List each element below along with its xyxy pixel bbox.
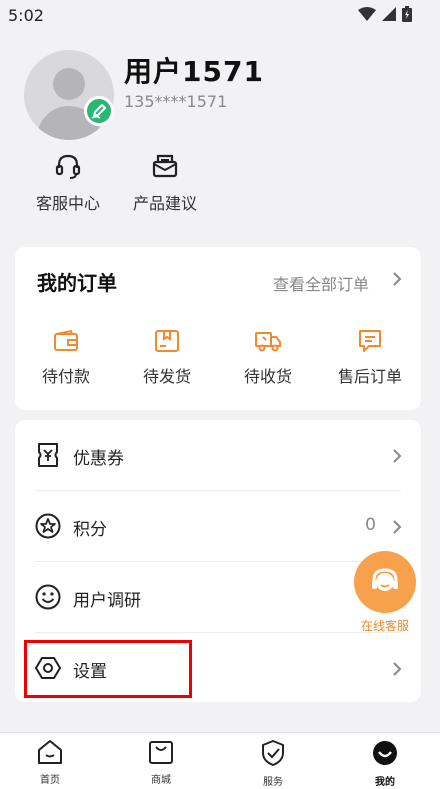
bottom-tab-bar: 首页 商城 服务 我的 — [0, 732, 440, 789]
menu-item-points[interactable]: 积分 0 — [15, 491, 421, 561]
message-icon — [357, 329, 383, 353]
tab-mine[interactable]: 我的 — [330, 739, 440, 788]
shield-check-icon — [259, 739, 287, 767]
profile-icon — [371, 739, 399, 767]
tab-label: 商城 — [151, 775, 171, 786]
signal-icon — [382, 7, 396, 21]
tab-label: 首页 — [40, 775, 60, 786]
feedback-icon — [151, 152, 179, 180]
tab-mall[interactable]: 商城 — [106, 739, 216, 786]
points-icon — [35, 513, 61, 539]
tab-service[interactable]: 服务 — [218, 739, 328, 788]
smile-icon — [35, 584, 61, 610]
home-icon — [36, 739, 64, 765]
headset-icon — [54, 152, 82, 180]
username: 用户1571 — [124, 55, 264, 88]
order-status-label: 待收货 — [243, 367, 292, 386]
chevron-right-icon[interactable] — [391, 269, 403, 289]
wifi-icon — [358, 7, 376, 21]
tab-label: 我的 — [375, 777, 395, 788]
points-value: 0 — [365, 515, 376, 535]
chevron-right-icon — [391, 659, 403, 679]
profile-header: 用户1571 135****1571 客服中心 产品建议 — [0, 32, 440, 242]
view-all-orders-link[interactable]: 查看全部订单 — [273, 271, 369, 295]
phone-number: 135****1571 — [124, 92, 228, 111]
coupon-icon — [35, 442, 61, 468]
orders-title: 我的订单 — [37, 271, 117, 295]
edit-icon[interactable] — [84, 96, 114, 126]
status-bar: 5:02 — [0, 0, 440, 32]
online-service-label[interactable]: 在线客服 — [349, 617, 421, 634]
online-service-button[interactable] — [354, 551, 416, 613]
product-suggestion[interactable]: 产品建议 — [120, 152, 210, 214]
order-status-label: 售后订单 — [337, 367, 402, 386]
headset-icon — [367, 564, 403, 600]
chevron-right-icon — [391, 446, 403, 466]
box-icon — [154, 329, 180, 353]
menu-item-label: 优惠券 — [73, 449, 124, 469]
tab-home[interactable]: 首页 — [0, 739, 105, 786]
menu-item-coupons[interactable]: 优惠券 — [15, 420, 421, 490]
my-orders-card: 我的订单 查看全部订单 待付款 待发货 待收货 售后订单 — [15, 247, 421, 410]
order-pending-shipment[interactable]: 待发货 — [117, 329, 217, 387]
menu-item-label: 用户调研 — [73, 591, 141, 611]
shopping-bag-icon — [147, 739, 175, 765]
chevron-right-icon — [391, 517, 403, 537]
order-status-label: 待发货 — [142, 367, 191, 386]
avatar[interactable] — [24, 50, 114, 140]
order-status-label: 待付款 — [41, 367, 90, 386]
customer-service-center[interactable]: 客服中心 — [23, 152, 113, 214]
settings-highlight-box — [24, 640, 192, 698]
menu-item-label: 积分 — [73, 520, 107, 540]
order-after-sales[interactable]: 售后订单 — [320, 329, 420, 387]
status-icons — [358, 6, 412, 22]
tab-label: 服务 — [263, 777, 283, 788]
order-pending-payment[interactable]: 待付款 — [16, 329, 116, 387]
battery-icon — [402, 6, 412, 22]
quick-action-label: 客服中心 — [35, 194, 100, 213]
status-time: 5:02 — [8, 6, 44, 25]
quick-action-label: 产品建议 — [132, 194, 197, 213]
order-pending-receipt[interactable]: 待收货 — [218, 329, 318, 387]
truck-icon — [254, 329, 282, 353]
wallet-icon — [53, 329, 79, 353]
